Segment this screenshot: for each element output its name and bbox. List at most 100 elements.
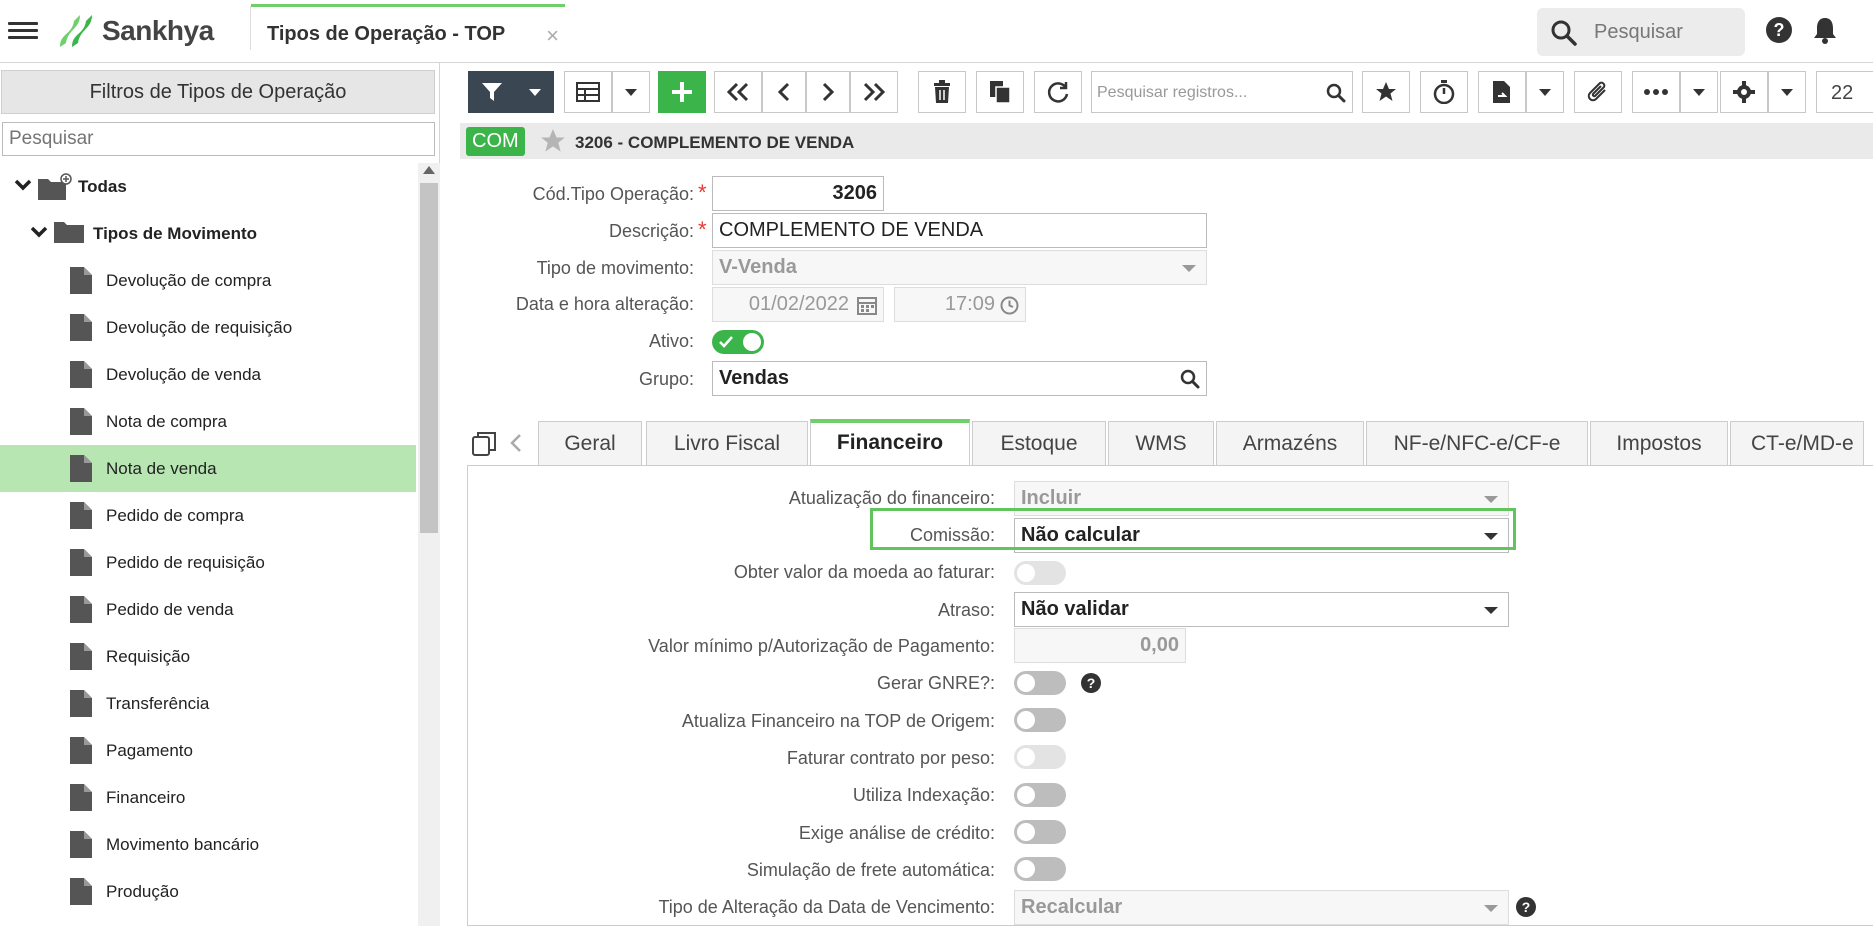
tree-item[interactable]: Pedido de venda [0, 586, 416, 633]
filter-tree: Todas Tipos de Movimento Devolução de co… [0, 163, 416, 915]
check-icon [719, 335, 733, 349]
favorite-star-icon[interactable] [540, 128, 566, 154]
more-actions-button[interactable] [1632, 71, 1680, 113]
settings-button[interactable] [1720, 71, 1768, 113]
indexacao-toggle[interactable] [1014, 783, 1066, 807]
last-icon [862, 82, 886, 102]
previous-record-button[interactable] [762, 71, 806, 113]
records-search-input[interactable]: Pesquisar registros... [1091, 71, 1353, 113]
attach-button[interactable] [1574, 71, 1622, 113]
global-search[interactable]: Pesquisar [1537, 8, 1745, 56]
more-dropdown-button[interactable] [1680, 71, 1718, 113]
tree-item[interactable]: Produção [0, 868, 416, 915]
next-record-button[interactable] [806, 71, 850, 113]
caret-down-icon [1539, 88, 1551, 96]
tree-item[interactable]: Nota de venda [0, 445, 416, 492]
time-value: 17:09 [944, 293, 995, 315]
tab-cte[interactable]: CT-e/MD-e [1730, 421, 1864, 465]
tree-item[interactable]: Movimento bancário [0, 821, 416, 868]
tree-item[interactable]: Transferência [0, 680, 416, 727]
chevron-down-icon[interactable] [14, 176, 32, 197]
bell-icon[interactable] [1812, 16, 1838, 44]
tree-item[interactable]: Devolução de venda [0, 351, 416, 398]
filter-search-input[interactable] [2, 122, 435, 156]
export-button[interactable] [1478, 71, 1526, 113]
ativo-toggle[interactable] [712, 330, 764, 354]
tree-item-todas[interactable]: Todas [0, 163, 416, 210]
tab-impostos[interactable]: Impostos [1590, 421, 1728, 465]
atraso-select[interactable]: Não validar [1014, 592, 1509, 627]
first-record-button[interactable] [714, 71, 762, 113]
tree-item[interactable]: Pedido de requisição [0, 539, 416, 586]
refresh-button[interactable] [1034, 71, 1082, 113]
cod-tipo-operacao-input[interactable]: 3206 [712, 176, 884, 211]
scroll-thumb[interactable] [420, 183, 438, 533]
tab-geral[interactable]: Geral [538, 421, 642, 465]
tab-armazens[interactable]: Armazéns [1216, 421, 1364, 465]
tree-item[interactable]: Requisição [0, 633, 416, 680]
settings-dropdown-button[interactable] [1768, 71, 1806, 113]
caret-down-icon [625, 88, 637, 96]
search-icon[interactable] [1326, 83, 1346, 103]
grupo-input[interactable]: Vendas [712, 361, 1207, 396]
tree-item-label: Pedido de requisição [106, 553, 265, 572]
tree-item-label: Pedido de venda [106, 600, 234, 619]
page-number-field[interactable]: 22 [1816, 71, 1873, 113]
tab-livro-fiscal[interactable]: Livro Fiscal [646, 421, 808, 465]
tree-item[interactable]: Nota de compra [0, 398, 416, 445]
app-name: Sankhya [102, 15, 214, 46]
tree-item[interactable]: Pedido de compra [0, 492, 416, 539]
tree-item[interactable]: Pagamento [0, 727, 416, 774]
last-record-button[interactable] [850, 71, 898, 113]
active-screen-tab[interactable]: Tipos de Operação - TOP × [251, 4, 565, 62]
sankhya-logo[interactable]: Sankhya [54, 13, 214, 49]
tree-item-label: Pagamento [106, 741, 193, 760]
close-tab-icon[interactable]: × [546, 23, 559, 49]
trash-icon [932, 80, 952, 104]
favorite-button[interactable] [1362, 71, 1410, 113]
delete-record-button[interactable] [918, 71, 966, 113]
help-icon[interactable]: ? [1515, 896, 1537, 918]
grid-dropdown-button[interactable] [612, 71, 650, 113]
analise-credito-toggle[interactable] [1014, 820, 1066, 844]
search-icon[interactable] [1180, 369, 1200, 389]
document-icon [70, 643, 92, 675]
tree-item-tipos-de-movimento[interactable]: Tipos de Movimento [0, 210, 416, 257]
folder-icon [54, 220, 84, 249]
valor-minimo-label: Valor mínimo p/Autorização de Pagamento: [648, 636, 995, 656]
help-icon[interactable]: ? [1080, 672, 1102, 694]
add-record-button[interactable] [658, 71, 706, 113]
caret-down-icon [529, 88, 541, 96]
tab-nfe[interactable]: NF-e/NFC-e/CF-e [1366, 421, 1588, 465]
filter-button[interactable] [468, 71, 516, 113]
export-dropdown-button[interactable] [1526, 71, 1564, 113]
menu-icon[interactable] [8, 18, 38, 44]
duplicate-record-button[interactable] [976, 71, 1024, 113]
tree-scrollbar[interactable] [418, 163, 440, 926]
tab-financeiro[interactable]: Financeiro [810, 419, 970, 465]
filter-dropdown-button[interactable] [516, 71, 554, 113]
tab-estoque[interactable]: Estoque [972, 421, 1106, 465]
svg-text:?: ? [1522, 899, 1531, 915]
simulacao-frete-toggle[interactable] [1014, 857, 1066, 881]
timer-button[interactable] [1420, 71, 1468, 113]
document-icon [70, 314, 92, 346]
atualiza-financeiro-origem-toggle[interactable] [1014, 708, 1066, 732]
document-icon [70, 784, 92, 816]
required-marker: * [698, 217, 707, 242]
scroll-up-arrow[interactable] [423, 166, 435, 174]
copy-tabs-icon[interactable] [472, 432, 496, 456]
tab-wms[interactable]: WMS [1108, 421, 1214, 465]
tree-item[interactable]: Financeiro [0, 774, 416, 821]
grid-view-button[interactable] [564, 71, 612, 113]
tree-item-label: Movimento bancário [106, 835, 260, 854]
tabs-scroll-left-icon[interactable] [510, 433, 522, 453]
descricao-input[interactable]: COMPLEMENTO DE VENDA [712, 213, 1207, 248]
help-icon[interactable]: ? [1765, 16, 1793, 44]
timer-icon [1433, 80, 1455, 104]
gerar-gnre-toggle[interactable] [1014, 671, 1066, 695]
export-icon [1492, 80, 1512, 104]
tree-item[interactable]: Devolução de requisição [0, 304, 416, 351]
chevron-down-icon[interactable] [30, 223, 48, 244]
tree-item[interactable]: Devolução de compra [0, 257, 416, 304]
